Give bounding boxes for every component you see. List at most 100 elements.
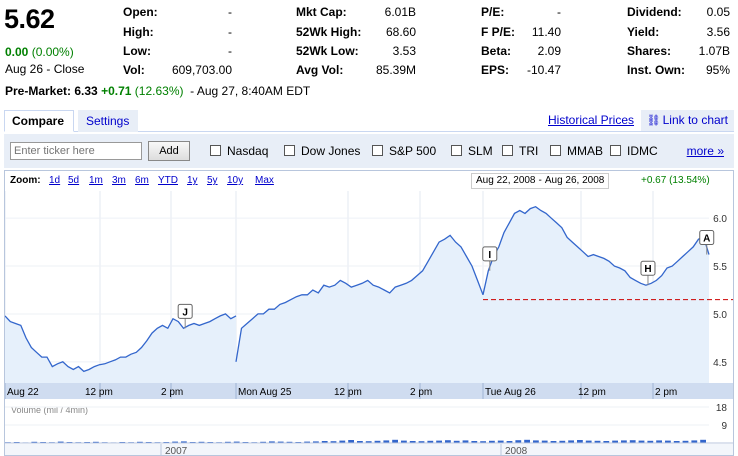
x-tick-label: Aug 22 <box>7 387 39 398</box>
stat-dividend-value: 0.05 <box>706 5 730 19</box>
y-tick-label: 4.5 <box>713 358 727 369</box>
stat-shares-label: Shares: <box>627 44 672 58</box>
stat-dividend-label: Dividend: <box>627 5 682 19</box>
stat-high-value: - <box>228 25 232 39</box>
x-tick-label: 12 pm <box>578 387 606 398</box>
chart-panel: Zoom: 1d 5d 1m 3m 6m YTD 1y 5y 10y Max A… <box>4 170 734 456</box>
stat-open-label: Open: <box>123 5 158 19</box>
zoom-5y[interactable]: 5y <box>207 175 218 186</box>
stat-52high-value: 68.60 <box>385 25 416 39</box>
price-area <box>483 206 709 383</box>
checkbox-icon[interactable] <box>550 145 561 156</box>
stat-yield-label: Yield: <box>627 25 660 39</box>
compare-bar: Add Nasdaq Dow Jones S&P 500 SLM TRI MMA… <box>4 134 734 168</box>
y-tick-label: 5.0 <box>713 310 727 321</box>
zoom-bar: Zoom: 1d 5d 1m 3m 6m YTD 1y 5y 10y Max A… <box>5 171 733 191</box>
compare-sp500-label: S&P 500 <box>389 144 437 158</box>
stat-mktcap-label: Mkt Cap: <box>296 5 347 19</box>
stat-vol-value: 609,703.00 <box>171 63 232 77</box>
x-tick-label: 12 pm <box>85 387 113 398</box>
stat-instown-label: Inst. Own: <box>627 63 685 77</box>
compare-nasdaq[interactable]: Nasdaq <box>210 144 268 158</box>
premarket-change-group: +0.71 (12.63%) <box>101 84 183 98</box>
compare-slm[interactable]: SLM <box>451 144 493 158</box>
flag-label-I: I <box>488 250 491 261</box>
checkbox-icon[interactable] <box>210 145 221 156</box>
stat-eps-label: EPS: <box>481 63 510 77</box>
zoom-6m[interactable]: 6m <box>135 175 149 186</box>
price-change: 0.00 (0.00%) <box>5 45 74 59</box>
change-value: 0.00 <box>5 45 29 59</box>
flag-label-A: A <box>703 234 710 245</box>
zoom-10y[interactable]: 10y <box>227 175 243 186</box>
premarket-info: Pre-Market: 6.33 +0.71 (12.63%) - Aug 27… <box>5 84 310 98</box>
premarket-percent: (12.63%) <box>134 84 184 98</box>
range-change: +0.67 (13.54%) <box>641 175 710 186</box>
volume-tick-label: 9 <box>721 421 727 432</box>
historical-prices-link[interactable]: Historical Prices <box>548 113 634 127</box>
stat-52low-value: 3.53 <box>392 44 416 58</box>
flag-label-J: J <box>182 307 188 318</box>
checkbox-icon[interactable] <box>372 145 383 156</box>
date-range[interactable]: Aug 22, 2008- Aug 26, 2008 <box>471 173 610 189</box>
checkbox-icon[interactable] <box>284 145 295 156</box>
stock-price: 5.62 <box>4 4 55 34</box>
x-tick-label: 2 pm <box>410 387 432 398</box>
tab-settings[interactable]: Settings <box>78 110 138 132</box>
link-to-chart-button[interactable]: ⛓ Link to chart <box>640 110 734 131</box>
compare-idmc-label: IDMC <box>627 144 658 158</box>
compare-dowjones-label: Dow Jones <box>301 144 361 158</box>
stat-low-label: Low: <box>123 44 151 58</box>
ticker-input[interactable] <box>10 142 142 160</box>
more-link[interactable]: more » <box>687 144 724 158</box>
link-icon: ⛓ <box>646 115 661 127</box>
checkbox-icon[interactable] <box>610 145 621 156</box>
compare-tri[interactable]: TRI <box>502 144 538 158</box>
overview-year-label: 2007 <box>165 446 188 455</box>
x-tick-label: 12 pm <box>334 387 362 398</box>
overview-year-label: 2008 <box>505 446 528 455</box>
stat-fpe-label: F P/E: <box>481 25 516 39</box>
zoom-ytd[interactable]: YTD <box>158 175 178 186</box>
zoom-1m[interactable]: 1m <box>89 175 103 186</box>
stat-avgvol-value: 85.39M <box>375 63 416 77</box>
compare-nasdaq-label: Nasdaq <box>227 144 269 158</box>
zoom-1y[interactable]: 1y <box>187 175 198 186</box>
zoom-max[interactable]: Max <box>255 175 274 186</box>
stat-vol-label: Vol: <box>123 63 145 77</box>
link-to-chart-label: Link to chart <box>662 113 728 127</box>
change-percent: (0.00%) <box>31 45 74 59</box>
compare-sp500[interactable]: S&P 500 <box>372 144 436 158</box>
stat-open-value: - <box>228 5 232 19</box>
range-start: Aug 22, 2008 <box>476 175 536 186</box>
compare-dowjones[interactable]: Dow Jones <box>284 144 360 158</box>
zoom-3m[interactable]: 3m <box>112 175 126 186</box>
y-tick-label: 6.0 <box>713 214 727 225</box>
add-ticker-button[interactable]: Add <box>148 141 190 161</box>
compare-slm-label: SLM <box>468 144 493 158</box>
stat-pe-label: P/E: <box>481 5 505 19</box>
checkbox-icon[interactable] <box>451 145 462 156</box>
stat-beta-label: Beta: <box>481 44 512 58</box>
zoom-1d[interactable]: 1d <box>49 175 60 186</box>
zoom-5d[interactable]: 5d <box>68 175 79 186</box>
premarket-change: +0.71 <box>101 84 132 98</box>
compare-mmab[interactable]: MMAB <box>550 144 603 158</box>
premarket-time: - Aug 27, 8:40AM EDT <box>190 84 311 98</box>
stat-shares-value: 1.07B <box>698 44 730 58</box>
checkbox-icon[interactable] <box>502 145 513 156</box>
compare-idmc[interactable]: IDMC <box>610 144 658 158</box>
y-tick-label: 5.5 <box>713 262 727 273</box>
price-chart[interactable]: 4.5 5.0 5.5 6.0 J I H A Aug 22 12 pm 2 pm Mon Aug 2… <box>5 191 733 455</box>
stat-eps-value: -10.47 <box>526 63 561 77</box>
volume-tick-label: 18 <box>716 403 728 414</box>
x-axis-band <box>5 383 733 399</box>
flag-label-H: H <box>644 264 651 275</box>
premarket-label: Pre-Market: <box>5 84 72 98</box>
zoom-label: Zoom: <box>10 175 41 186</box>
stat-pe-value: - <box>557 5 561 19</box>
tab-compare[interactable]: Compare <box>4 110 74 132</box>
stat-52high-label: 52Wk High: <box>296 25 362 39</box>
compare-tri-label: TRI <box>519 144 539 158</box>
x-tick-label: Tue Aug 26 <box>485 387 536 398</box>
